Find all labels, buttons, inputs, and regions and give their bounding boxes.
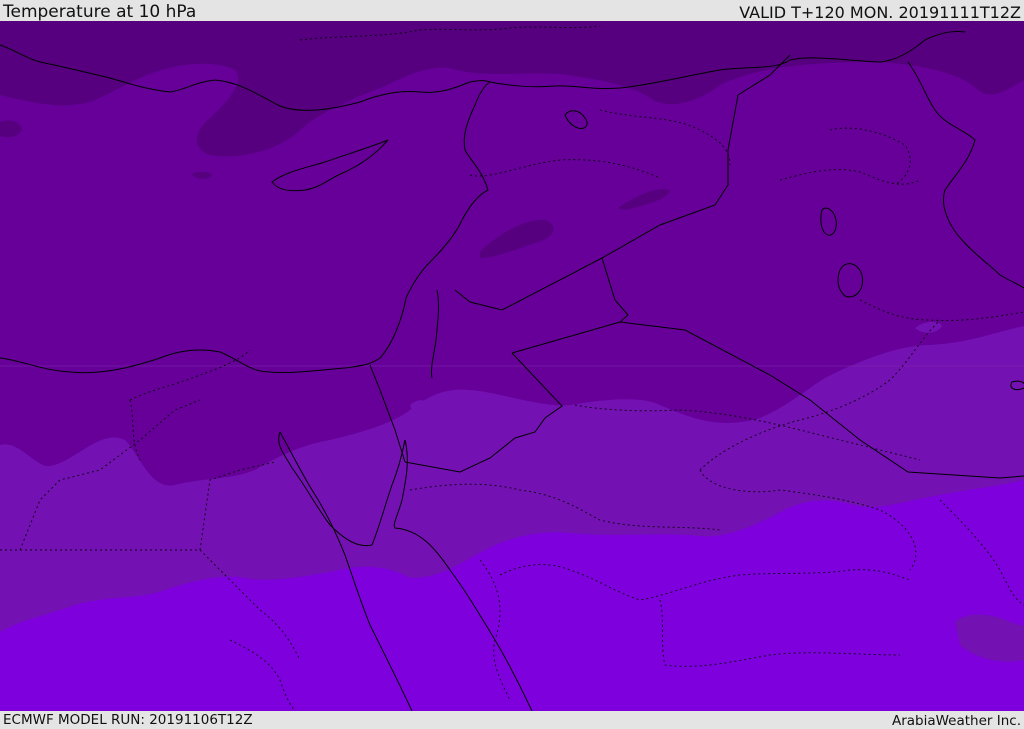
temperature-map — [0, 21, 1024, 711]
map-canvas — [0, 21, 1024, 711]
valid-time: VALID T+120 MON. 20191111T12Z — [739, 3, 1021, 22]
footer-bar: ECMWF MODEL RUN: 20191106T12Z ArabiaWeat… — [0, 711, 1024, 729]
model-run-label: ECMWF MODEL RUN: 20191106T12Z — [3, 712, 253, 728]
map-title: Temperature at 10 hPa — [3, 2, 197, 22]
header-bar: Temperature at 10 hPa VALID T+120 MON. 2… — [0, 0, 1024, 21]
credit-label: ArabiaWeather Inc. — [891, 713, 1021, 729]
